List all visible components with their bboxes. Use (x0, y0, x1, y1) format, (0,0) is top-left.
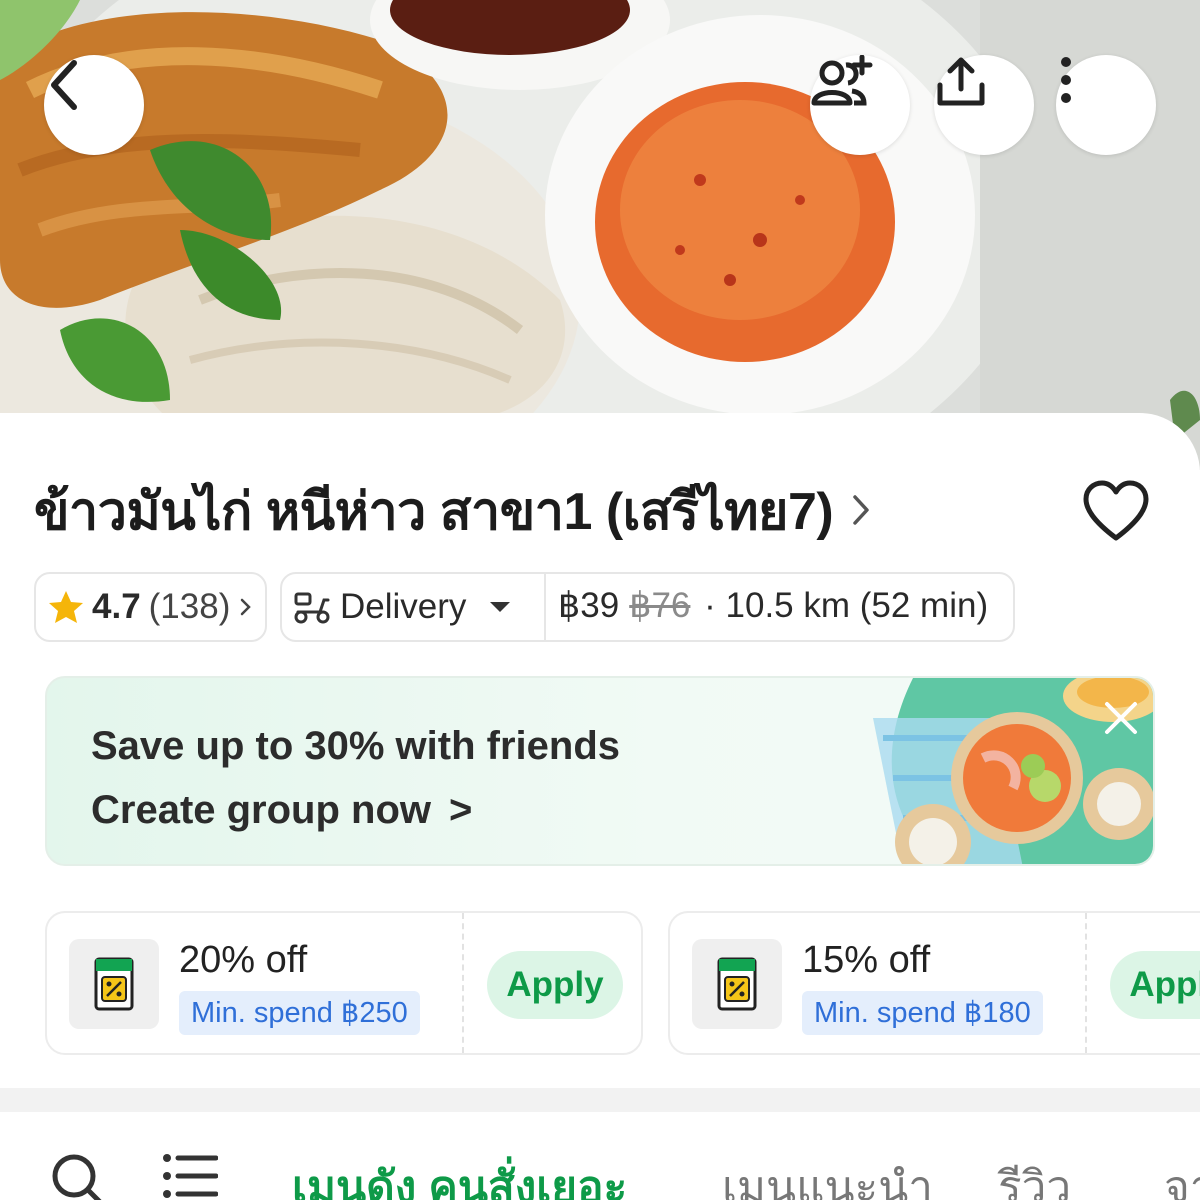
search-icon[interactable] (50, 1152, 106, 1200)
chevron-right-icon (241, 598, 252, 616)
caret-down-icon (490, 602, 511, 612)
voucher-card[interactable]: 20% off Min. spend ฿250 Apply (45, 911, 643, 1055)
apply-voucher-button[interactable]: Apply (487, 951, 623, 1019)
voucher-icon-tile (692, 939, 782, 1029)
rating-count: (138) (148, 587, 231, 626)
voucher-divider (462, 913, 464, 1053)
voucher-min-spend: Min. spend ฿250 (179, 991, 420, 1035)
banner-cta-arrow: > (449, 788, 473, 832)
group-add-icon (811, 55, 873, 106)
distance-time: · 10.5 km (52 min) (704, 586, 989, 625)
voucher-icon-tile (69, 939, 159, 1029)
banner-cta: Create group now > (91, 788, 472, 833)
rating-value: 4.7 (92, 587, 141, 626)
tab-reviews[interactable]: รีวิว (998, 1152, 1071, 1200)
voucher-card[interactable]: 15% off Min. spend ฿180 Apply (668, 911, 1200, 1055)
voucher-min-spend: Min. spend ฿180 (802, 991, 1043, 1035)
fee-original: ฿76 (629, 586, 691, 625)
more-vertical-icon (1061, 57, 1071, 103)
restaurant-name: ข้าวมันไก่ หนีห่าว สาขา1 (เสรีไทย7) (34, 482, 834, 541)
menu-list-icon[interactable] (162, 1152, 218, 1200)
chevron-right-icon (851, 493, 871, 527)
section-divider (0, 1088, 1200, 1112)
voucher-title: 20% off (179, 939, 308, 981)
tab-recommended[interactable]: เมนูแนะนำ (722, 1152, 933, 1200)
voucher-divider (1085, 913, 1087, 1053)
restaurant-title-row[interactable]: ข้าวมันไก่ หนีห่าว สาขา1 (เสรีไทย7) (34, 470, 871, 550)
chip-divider (544, 572, 546, 642)
banner-cta-text: Create group now (91, 788, 432, 832)
discount-coupon-icon (94, 957, 134, 1011)
share-upload-icon (937, 57, 985, 106)
apply-voucher-button[interactable]: Apply (1110, 951, 1200, 1019)
discount-coupon-icon (717, 957, 757, 1011)
fee-current: ฿39 (558, 586, 620, 625)
voucher-title: 15% off (802, 939, 931, 981)
delivery-chip[interactable]: Delivery ฿39 ฿76 · 10.5 km (52 min) (280, 572, 1015, 642)
delivery-fee: ฿39 ฿76 · 10.5 km (52 min) (558, 586, 988, 626)
menu-category-tabs: เมนูดัง คนสั่งเยอะ เมนูแนะนำ รีวิว จา (0, 1112, 1200, 1200)
close-icon[interactable] (1099, 696, 1143, 740)
group-promo-banner[interactable]: Save up to 30% with friends Create group… (45, 676, 1155, 866)
back-button[interactable] (44, 55, 144, 155)
delivery-mode: Delivery (340, 587, 467, 626)
tab-popular[interactable]: เมนูดัง คนสั่งเยอะ (292, 1152, 627, 1200)
scooter-icon (294, 592, 330, 624)
more-options-button[interactable] (1056, 55, 1156, 155)
banner-headline: Save up to 30% with friends (91, 724, 621, 768)
share-button[interactable] (934, 55, 1034, 155)
rating-chip[interactable]: 4.7 (138) (34, 572, 267, 642)
tab-more[interactable]: จา (1164, 1152, 1200, 1200)
hero-food-photo (0, 0, 1200, 470)
favorite-button[interactable] (1082, 480, 1150, 544)
heart-icon (1083, 480, 1149, 541)
group-order-button[interactable] (810, 55, 910, 155)
star-icon (49, 591, 83, 623)
chevron-left-icon (51, 60, 77, 110)
